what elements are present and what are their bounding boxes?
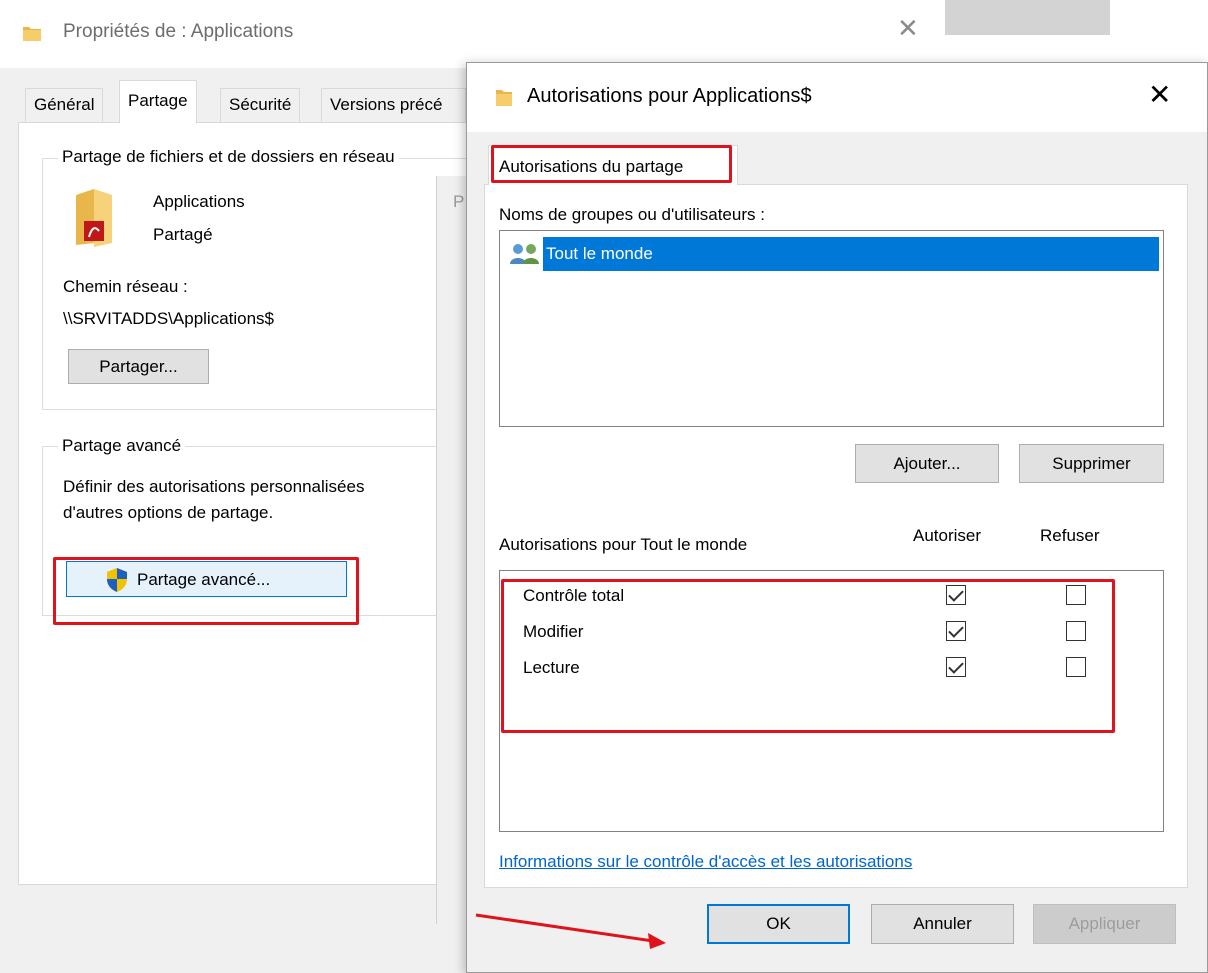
network-path-value: \\SRVITADDS\Applications$ [63, 309, 275, 328]
remove-button[interactable]: Supprimer [1019, 444, 1164, 483]
advanced-share-description-2: d'autres options de partage. [63, 503, 274, 522]
shared-folder-icon [76, 189, 112, 247]
tab-versions[interactable]: Versions précé [321, 88, 466, 122]
list-item-label: Tout le monde [546, 244, 653, 263]
deny-column-header: Refuser [1040, 526, 1100, 545]
groups-users-label: Noms de groupes ou d'utilisateurs : [499, 205, 765, 224]
properties-window-title: Propriétés de : Applications [63, 21, 294, 42]
shared-item-state: Partagé [153, 225, 213, 244]
allow-column-header: Autoriser [913, 526, 982, 545]
advanced-share-description: Définir des autorisations personnalisées [63, 477, 365, 496]
share-button[interactable]: Partager... [68, 349, 209, 384]
annotation-box-permissions [501, 579, 1115, 733]
access-control-info-link[interactable]: Informations sur le contrôle d'accès et … [499, 853, 912, 870]
annotation-box-advanced-share [53, 557, 359, 625]
intermediate-dialog-letter: P [453, 192, 465, 211]
shared-item-name: Applications [153, 192, 245, 211]
tab-general[interactable]: Général [25, 88, 104, 122]
annotation-box-share-tab [491, 145, 732, 183]
close-icon[interactable]: ✕ [1148, 78, 1171, 111]
add-button[interactable]: Ajouter... [855, 444, 999, 483]
apply-button[interactable]: Appliquer [1033, 904, 1176, 944]
cancel-button[interactable]: Annuler [871, 904, 1014, 944]
folder-icon [496, 90, 512, 106]
advanced-share-legend: Partage avancé [58, 436, 186, 456]
ok-button[interactable]: OK [707, 904, 850, 944]
network-path-label: Chemin réseau : [63, 277, 188, 296]
permissions-for-label: Autorisations pour Tout le monde [499, 535, 748, 554]
network-share-legend: Partage de fichiers et de dossiers en ré… [58, 147, 399, 167]
permissions-dialog-title: Autorisations pour Applications$ [527, 85, 812, 107]
users-group-icon [510, 244, 539, 264]
close-icon[interactable]: ✕ [897, 14, 919, 44]
folder-icon [23, 27, 41, 41]
tab-partage[interactable]: Partage [119, 80, 197, 123]
tab-securite[interactable]: Sécurité [220, 88, 301, 122]
annotation-arrow [475, 913, 666, 949]
background-strip [945, 0, 1110, 35]
